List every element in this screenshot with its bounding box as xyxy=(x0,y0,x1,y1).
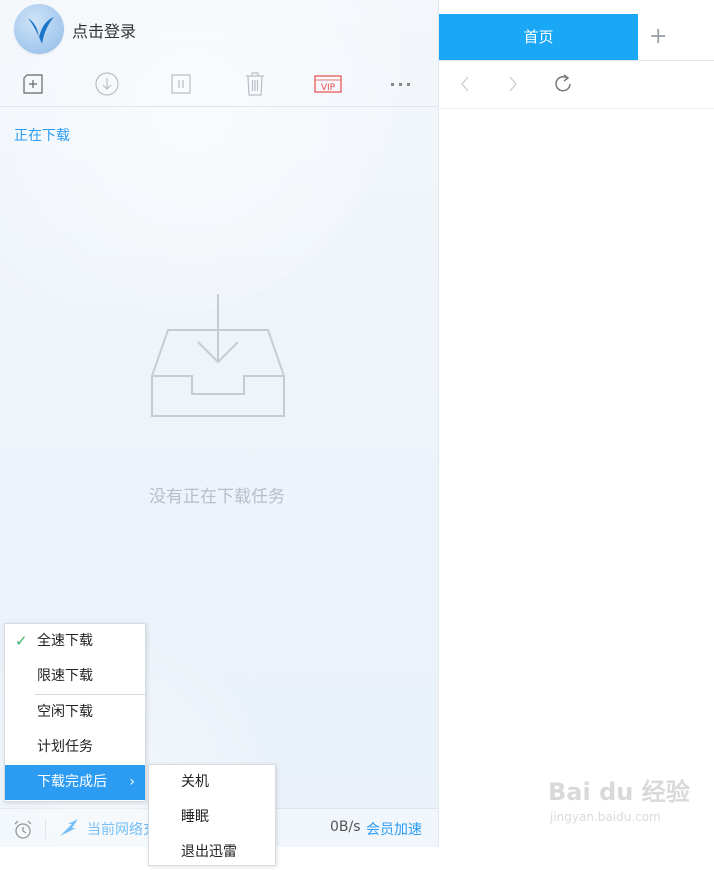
baidu-watermark: Bai du 经验 jingyan.baidu.com xyxy=(548,772,690,824)
pause-icon xyxy=(171,74,191,94)
vip-button[interactable]: VIP xyxy=(312,70,344,98)
download-toolbar: VIP xyxy=(0,62,438,107)
browser-panel: 首页 + xyxy=(439,0,714,847)
check-icon: ✓ xyxy=(15,632,28,650)
pause-button[interactable] xyxy=(166,70,196,98)
network-status[interactable]: 当前网络充 xyxy=(87,819,157,839)
status-divider xyxy=(45,819,46,839)
submenu-item-sleep[interactable]: 睡眠 xyxy=(149,800,275,835)
watermark-sub: jingyan.baidu.com xyxy=(550,810,661,824)
browser-nav-bar xyxy=(439,60,714,109)
vip-accelerate-link[interactable]: 会员加速 xyxy=(366,819,422,839)
user-avatar[interactable] xyxy=(14,4,64,54)
new-task-button[interactable] xyxy=(18,70,48,98)
add-tab-button[interactable]: + xyxy=(649,24,667,50)
menu-item-after-download[interactable]: 下载完成后 › xyxy=(5,765,145,800)
trash-icon xyxy=(246,72,264,96)
thunder-network-icon xyxy=(60,819,78,836)
chevron-right-icon: › xyxy=(129,774,135,790)
back-icon[interactable] xyxy=(457,72,473,96)
speed-mode-menu: ✓ 全速下载 限速下载 空闲下载 计划任务 下载完成后 › xyxy=(4,623,146,802)
tab-downloading[interactable]: 正在下载 xyxy=(14,125,70,145)
submenu-item-shutdown[interactable]: 关机 xyxy=(149,765,275,800)
forward-icon[interactable] xyxy=(505,72,521,96)
vip-badge-icon: VIP xyxy=(314,75,342,93)
login-link[interactable]: 点击登录 xyxy=(72,18,136,42)
submenu-item-exit[interactable]: 退出迅雷 xyxy=(149,835,275,870)
refresh-icon[interactable] xyxy=(551,72,575,96)
menu-item-idle-download[interactable]: 空闲下载 xyxy=(5,695,145,730)
browser-tab-bar: 首页 + xyxy=(439,0,714,61)
after-download-submenu: 关机 睡眠 退出迅雷 xyxy=(148,764,276,866)
menu-item-scheduled-task[interactable]: 计划任务 xyxy=(5,730,145,765)
more-dots-icon xyxy=(391,83,410,86)
menu-item-limited-speed[interactable]: 限速下载 xyxy=(5,659,145,694)
start-download-button[interactable] xyxy=(92,70,122,98)
download-speed: 0B/s xyxy=(330,819,361,835)
empty-inbox-icon xyxy=(151,294,285,417)
thunder-bird-icon xyxy=(28,17,54,44)
svg-text:VIP: VIP xyxy=(321,83,336,93)
menu-item-full-speed[interactable]: ✓ 全速下载 xyxy=(5,624,145,659)
delete-button[interactable] xyxy=(240,70,270,98)
download-circle-icon xyxy=(95,72,119,96)
watermark-main: Bai du 经验 xyxy=(548,778,690,806)
plus-box-icon xyxy=(23,74,43,94)
tab-home[interactable]: 首页 xyxy=(439,14,638,60)
more-button[interactable] xyxy=(386,70,416,98)
alarm-clock-icon[interactable] xyxy=(12,819,34,841)
empty-message: 没有正在下载任务 xyxy=(149,487,285,507)
